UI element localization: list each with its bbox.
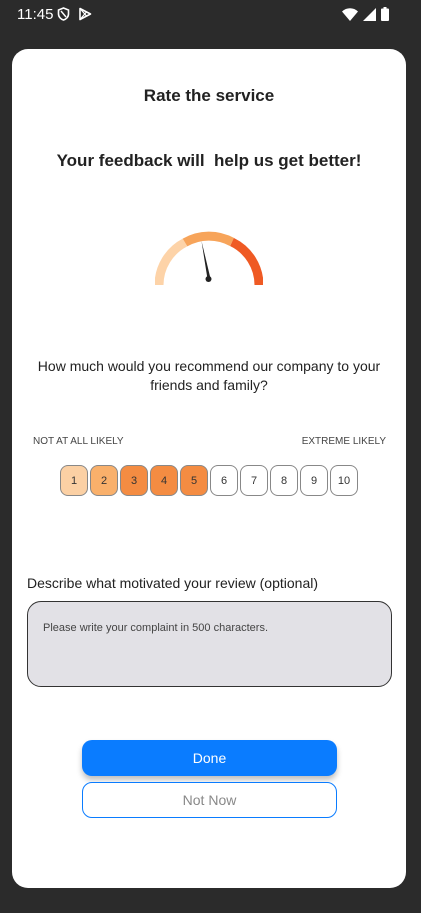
- gauge-pivot: [205, 276, 212, 282]
- gauge-segment-low: [154, 238, 188, 286]
- status-time: 11:45: [17, 6, 54, 23]
- recommend-question: How much would you recommend our company…: [37, 358, 381, 393]
- shield-icon: [57, 7, 70, 26]
- status-left-icons: [57, 7, 92, 26]
- rating-option-7[interactable]: 7: [240, 465, 268, 496]
- subtitle: Your feedback will help us get better!: [56, 151, 362, 170]
- play-store-icon: [78, 7, 92, 26]
- scale-high-label: EXTREME LIKELY: [301, 436, 386, 447]
- rating-option-8[interactable]: 8: [270, 465, 298, 496]
- rating-option-4[interactable]: 4: [150, 465, 178, 496]
- status-right-icons: [342, 7, 389, 26]
- gauge-icon: [154, 229, 264, 293]
- rating-option-5[interactable]: 5: [180, 465, 208, 496]
- gauge-needle: [201, 241, 211, 279]
- scale-low-label: NOT AT ALL LIKELY: [33, 436, 124, 447]
- not-now-button[interactable]: Not Now: [82, 782, 337, 818]
- review-textarea[interactable]: [27, 601, 392, 687]
- status-bar: 11:45: [0, 0, 421, 30]
- rating-option-10[interactable]: 10: [330, 465, 358, 496]
- review-label: Describe what motivated your review (opt…: [27, 575, 319, 591]
- rating-scale: 1 2 3 4 5 6 7 8 9 10: [60, 465, 358, 496]
- rating-card: Rate the service Your feedback will help…: [12, 49, 406, 888]
- done-button[interactable]: Done: [82, 740, 337, 776]
- wifi-icon: [342, 7, 358, 26]
- rating-option-6[interactable]: 6: [210, 465, 238, 496]
- gauge-segment-high: [229, 237, 264, 286]
- gauge-segment-mid: [182, 231, 235, 247]
- rating-option-9[interactable]: 9: [300, 465, 328, 496]
- signal-icon: [363, 7, 376, 26]
- rating-option-2[interactable]: 2: [90, 465, 118, 496]
- rating-option-1[interactable]: 1: [60, 465, 88, 496]
- page-title: Rate the service: [143, 86, 275, 105]
- battery-icon: [381, 7, 389, 26]
- rating-option-3[interactable]: 3: [120, 465, 148, 496]
